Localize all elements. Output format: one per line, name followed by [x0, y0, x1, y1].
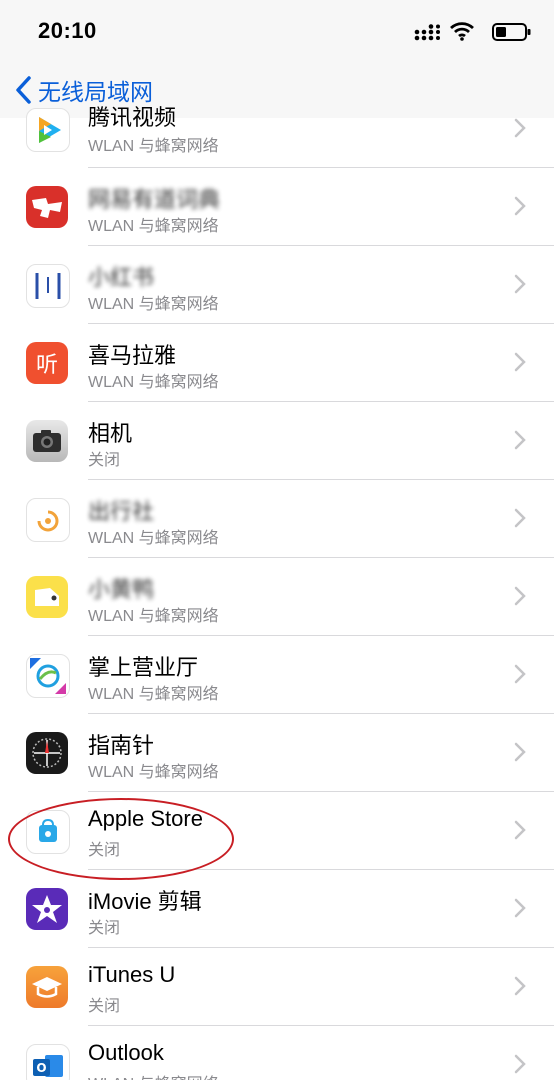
app-name: 喜马拉雅: [88, 343, 177, 368]
network-access: WLAN 与蜂窝网络: [88, 686, 219, 703]
chevron-right-icon: [514, 118, 526, 138]
list-item[interactable]: 小黄鸭 WLAN 与蜂窝网络: [0, 558, 554, 636]
china-mobile-icon: [26, 654, 70, 698]
itunes-u-icon: [26, 966, 68, 1008]
chevron-right-icon: [514, 352, 526, 372]
app-name: 相机: [88, 421, 133, 446]
imovie-icon: [26, 888, 68, 930]
network-access: 关闭: [88, 998, 121, 1015]
list-item[interactable]: iMovie 剪辑 关闭: [0, 870, 554, 948]
chevron-right-icon: [514, 1054, 526, 1074]
chevron-right-icon: [514, 976, 526, 996]
compass-icon: [26, 732, 68, 774]
network-access: WLAN 与蜂窝网络: [88, 296, 219, 313]
list-item[interactable]: 指南针 WLAN 与蜂窝网络: [0, 714, 554, 792]
network-access: WLAN 与蜂窝网络: [88, 764, 219, 781]
list-item[interactable]: 掌上营业厅 WLAN 与蜂窝网络: [0, 636, 554, 714]
app-name: 指南针: [88, 733, 155, 758]
list-item[interactable]: 出行社 WLAN 与蜂窝网络: [0, 480, 554, 558]
battery-icon: [492, 23, 531, 41]
chevron-right-icon: [514, 742, 526, 762]
wifi-icon: [450, 22, 474, 41]
status-time: 20:10: [38, 18, 97, 43]
app-name: 出行社: [88, 499, 155, 524]
svg-text:O: O: [36, 1061, 46, 1075]
app-icon: [26, 498, 70, 542]
ximalaya-icon: 听: [26, 342, 68, 384]
network-access: WLAN 与蜂窝网络: [88, 138, 219, 155]
list-item[interactable]: O Outlook WLAN 与蜂窝网络: [0, 1026, 554, 1080]
chevron-right-icon: [514, 430, 526, 450]
network-access: WLAN 与蜂窝网络: [88, 218, 219, 235]
app-name: iTunes U: [88, 962, 176, 987]
app-name: Outlook: [88, 1040, 164, 1065]
app-name: 网易有道词典: [88, 187, 221, 212]
chevron-right-icon: [514, 196, 526, 216]
app-name: 掌上营业厅: [88, 655, 199, 680]
app-icon: [26, 576, 68, 618]
chevron-right-icon: [514, 898, 526, 918]
network-access: WLAN 与蜂窝网络: [88, 1070, 219, 1080]
svg-text:听: 听: [36, 353, 58, 378]
chevron-right-icon: [514, 274, 526, 294]
list-item[interactable]: 小红书 WLAN 与蜂窝网络: [0, 246, 554, 324]
status-bar: 20:10: [0, 0, 554, 64]
network-access: 关闭: [88, 920, 121, 937]
network-access: WLAN 与蜂窝网络: [88, 530, 219, 547]
tencent-video-icon: [26, 108, 70, 152]
highlight-circle: [8, 798, 234, 880]
outlook-icon: O: [26, 1044, 70, 1080]
network-access: WLAN 与蜂窝网络: [88, 608, 219, 625]
camera-icon: [26, 420, 68, 462]
app-list: 腾讯视频 WLAN 与蜂窝网络 网易有道词典 WLAN 与蜂窝网络 小红书 WL…: [0, 94, 554, 1080]
chevron-right-icon: [514, 664, 526, 684]
app-name: 小红书: [88, 265, 155, 290]
chevron-right-icon: [514, 508, 526, 528]
network-access: 关闭: [88, 452, 121, 469]
app-name: iMovie 剪辑: [88, 889, 202, 914]
app-name: 腾讯视频: [88, 105, 177, 130]
signal-icon: [414, 24, 440, 41]
chevron-right-icon: [514, 820, 526, 840]
list-item[interactable]: 听 喜马拉雅 WLAN 与蜂窝网络: [0, 324, 554, 402]
list-item[interactable]: 相机 关闭: [0, 402, 554, 480]
app-icon: [26, 264, 70, 308]
dictionary-icon: [26, 186, 68, 228]
chevron-right-icon: [514, 586, 526, 606]
network-access: WLAN 与蜂窝网络: [88, 374, 219, 391]
list-item[interactable]: 网易有道词典 WLAN 与蜂窝网络: [0, 168, 554, 246]
app-name: 小黄鸭: [88, 577, 155, 602]
list-item[interactable]: 腾讯视频 WLAN 与蜂窝网络: [0, 94, 554, 168]
list-item[interactable]: iTunes U 关闭: [0, 948, 554, 1026]
status-icons: [402, 20, 532, 46]
